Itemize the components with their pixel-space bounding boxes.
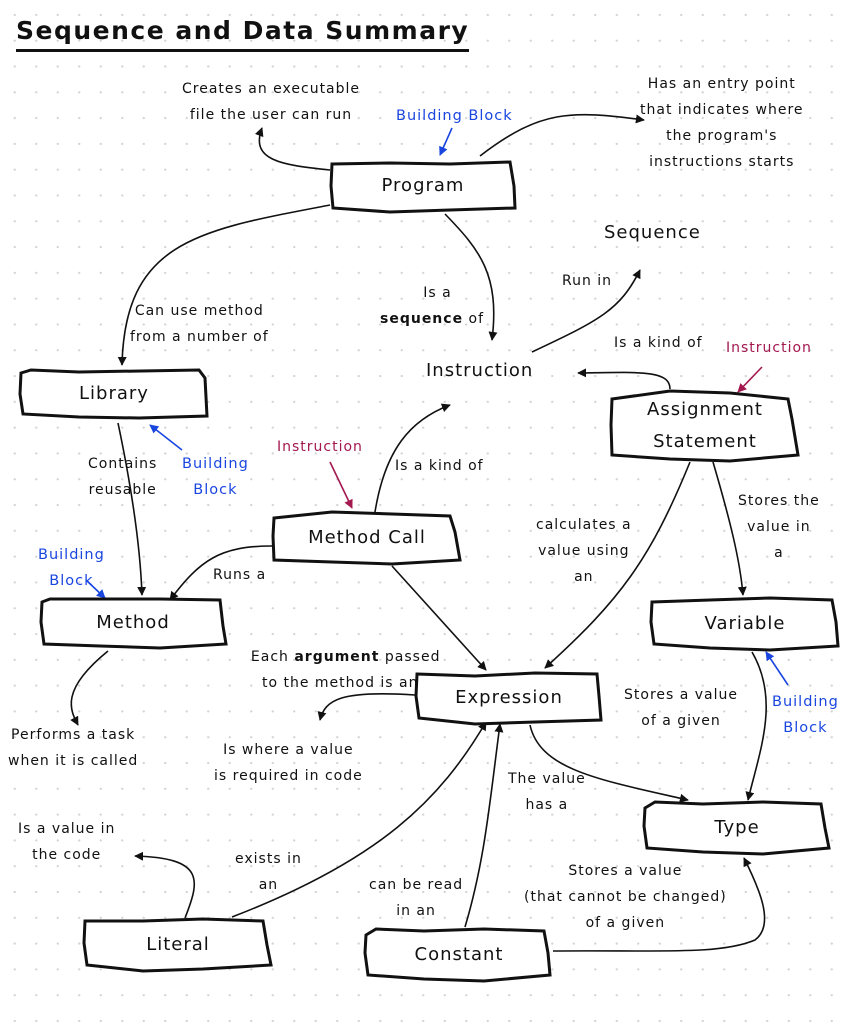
node-label: Type [714, 817, 760, 838]
node-library[interactable]: Library [18, 368, 209, 420]
label-constant-read: can be read in an [369, 877, 464, 919]
label-program-sequence: Is a sequence of [380, 254, 484, 332]
node-type[interactable]: Type [642, 800, 831, 856]
label-literal-is: Is a value in the code [18, 821, 116, 863]
node-label: Variable [704, 613, 786, 634]
edge-building-block-variable [765, 651, 789, 686]
label-instruction-sequence: Run in [562, 273, 613, 289]
node-assignment-statement[interactable]: Assignment Statement [609, 389, 800, 463]
node-label: Literal [146, 934, 210, 955]
node-label: Method [96, 612, 170, 633]
node-label: Assignment Statement [647, 399, 763, 452]
label-assignment-kind-of: Is a kind of [614, 335, 703, 351]
label-argument: Each argument passed to the method is an [240, 618, 440, 696]
node-literal[interactable]: Literal [82, 917, 273, 973]
edge-instruction-tag-method-call [329, 461, 353, 509]
label-library-contains: Contains reusable [88, 456, 158, 498]
node-instruction[interactable]: Instruction [426, 358, 533, 384]
edge-variable-to-type [745, 651, 767, 801]
edge-building-block-program [439, 127, 453, 156]
node-label: Expression [455, 687, 563, 708]
node-method-call[interactable]: Method Call [271, 510, 462, 566]
edge-literal-to-code [134, 851, 196, 919]
label-constant-stores: Stores a value (that cannot be changed) … [524, 863, 727, 931]
label-assignment-stores: Stores the value in a [738, 493, 820, 561]
annotation-building-block-program: Building Block [396, 108, 513, 124]
edge-building-block-library [149, 424, 183, 451]
edge-method-to-performs [70, 650, 109, 726]
label-program-entry: Has an entry point that indicates where … [640, 76, 804, 170]
label-expression-where: Is where a value is required in code [214, 742, 363, 784]
label-program-library: Can use method from a number of [130, 303, 269, 345]
node-method[interactable]: Method [39, 596, 228, 650]
edge-assignment-to-instruction [577, 368, 671, 390]
label-method-call-kind-of: Is a kind of [395, 458, 484, 474]
annotation-instruction-assignment: Instruction [726, 340, 812, 356]
node-label: Program [381, 175, 465, 196]
annotation-instruction-method-call: Instruction [277, 439, 363, 455]
edge-constant-to-expression [464, 723, 504, 928]
label-variable-stores: Stores a value of a given [624, 687, 739, 729]
label-text: Is a [423, 285, 452, 301]
label-text: Each [250, 649, 295, 665]
edge-expression-to-where [317, 692, 416, 721]
label-expression-type: The value has a [508, 771, 586, 813]
label-program-creates: Creates an executable file the user can … [182, 81, 361, 123]
edge-library-to-method [117, 422, 147, 596]
annotation-building-block-variable: Building Block [772, 694, 839, 736]
node-label: Library [79, 383, 149, 404]
node-variable[interactable]: Variable [649, 596, 840, 652]
edge-program-to-executable [254, 127, 331, 171]
node-program[interactable]: Program [329, 160, 517, 214]
node-expression[interactable]: Expression [414, 670, 603, 726]
label-bold: argument [294, 649, 380, 665]
label-text: of [463, 311, 485, 327]
node-label: Constant [414, 944, 504, 965]
label-literal-exists: exists in an [235, 851, 302, 893]
annotation-building-block-method: Building Block [38, 547, 105, 589]
label-method-performs: Performs a task when it is called [8, 727, 139, 769]
label-bold: sequence [380, 311, 464, 327]
node-label: Method Call [308, 527, 426, 548]
annotation-building-block-library: Building Block [182, 456, 249, 498]
label-method-call-runs: Runs a [213, 567, 267, 583]
node-sequence[interactable]: Sequence [604, 220, 701, 246]
label-assignment-calculates: calculates a value using an [536, 517, 632, 585]
